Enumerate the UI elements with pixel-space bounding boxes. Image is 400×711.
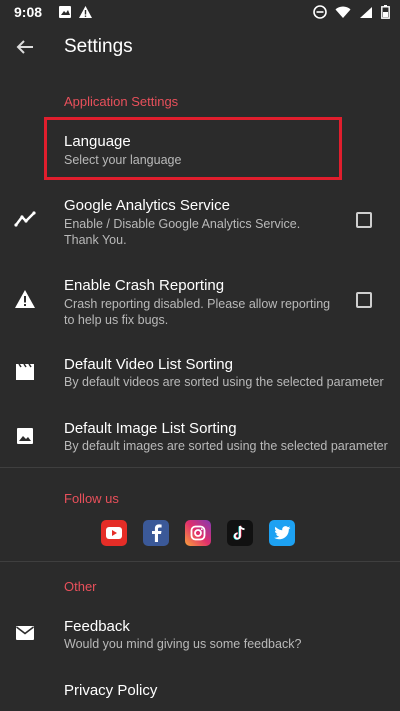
warning-icon	[15, 290, 35, 308]
analytics-checkbox[interactable]	[356, 212, 372, 228]
alert-notification-icon	[79, 6, 93, 18]
analytics-subtitle-line1: Enable / Disable Google Analytics Servic…	[64, 217, 301, 231]
analytics-title: Google Analytics Service	[64, 197, 230, 214]
social-links	[101, 520, 295, 546]
analytics-subtitle-line2: Thank You.	[64, 233, 127, 247]
crash-subtitle-line2: to help us fix bugs.	[64, 313, 169, 327]
crash-checkbox[interactable]	[356, 292, 372, 308]
image-sorting-subtitle: By default images are sorted using the s…	[64, 439, 388, 453]
tiktok-icon[interactable]	[227, 520, 253, 546]
crash-title: Enable Crash Reporting	[64, 277, 225, 294]
instagram-icon[interactable]	[185, 520, 211, 546]
feedback-title: Feedback	[64, 618, 130, 635]
do-not-disturb-icon	[313, 5, 327, 19]
section-header-application-settings: Application Settings	[64, 94, 179, 109]
settings-item-feedback[interactable]: Feedback Would you mind giving us some f…	[0, 608, 400, 660]
gallery-notification-icon	[59, 6, 72, 18]
movie-clapper-icon	[16, 363, 34, 380]
wifi-icon	[335, 6, 351, 18]
settings-item-crash-reporting[interactable]: Enable Crash Reporting Crash reporting d…	[0, 268, 400, 334]
twitter-icon[interactable]	[269, 520, 295, 546]
divider	[0, 467, 400, 468]
settings-item-privacy-policy[interactable]: Privacy Policy	[0, 672, 400, 708]
section-header-follow-us: Follow us	[64, 491, 119, 506]
divider	[0, 561, 400, 562]
trending-chart-icon	[14, 211, 36, 227]
youtube-icon[interactable]	[101, 520, 127, 546]
settings-item-video-sorting[interactable]: Default Video List Sorting By default vi…	[0, 346, 400, 398]
section-header-other: Other	[64, 579, 97, 594]
feedback-subtitle: Would you mind giving us some feedback?	[64, 637, 302, 651]
signal-icon	[360, 6, 372, 18]
status-time: 9:08	[14, 4, 43, 20]
page-title: Settings	[64, 36, 133, 57]
crash-subtitle-line1: Crash reporting disabled. Please allow r…	[64, 297, 331, 311]
video-sorting-title: Default Video List Sorting	[64, 356, 233, 373]
video-sorting-subtitle: By default videos are sorted using the s…	[64, 375, 384, 389]
image-sorting-title: Default Image List Sorting	[64, 420, 237, 437]
facebook-icon[interactable]	[143, 520, 169, 546]
highlight-box	[44, 117, 342, 180]
back-arrow-icon[interactable]	[14, 36, 36, 58]
mail-icon	[16, 626, 34, 640]
app-bar: Settings	[0, 24, 400, 70]
settings-item-image-sorting[interactable]: Default Image List Sorting By default im…	[0, 410, 400, 462]
status-bar: 9:08	[0, 0, 400, 24]
privacy-policy-title: Privacy Policy	[64, 682, 158, 699]
settings-item-google-analytics[interactable]: Google Analytics Service Enable / Disabl…	[0, 188, 400, 256]
battery-icon	[381, 5, 390, 19]
image-icon	[17, 428, 33, 444]
